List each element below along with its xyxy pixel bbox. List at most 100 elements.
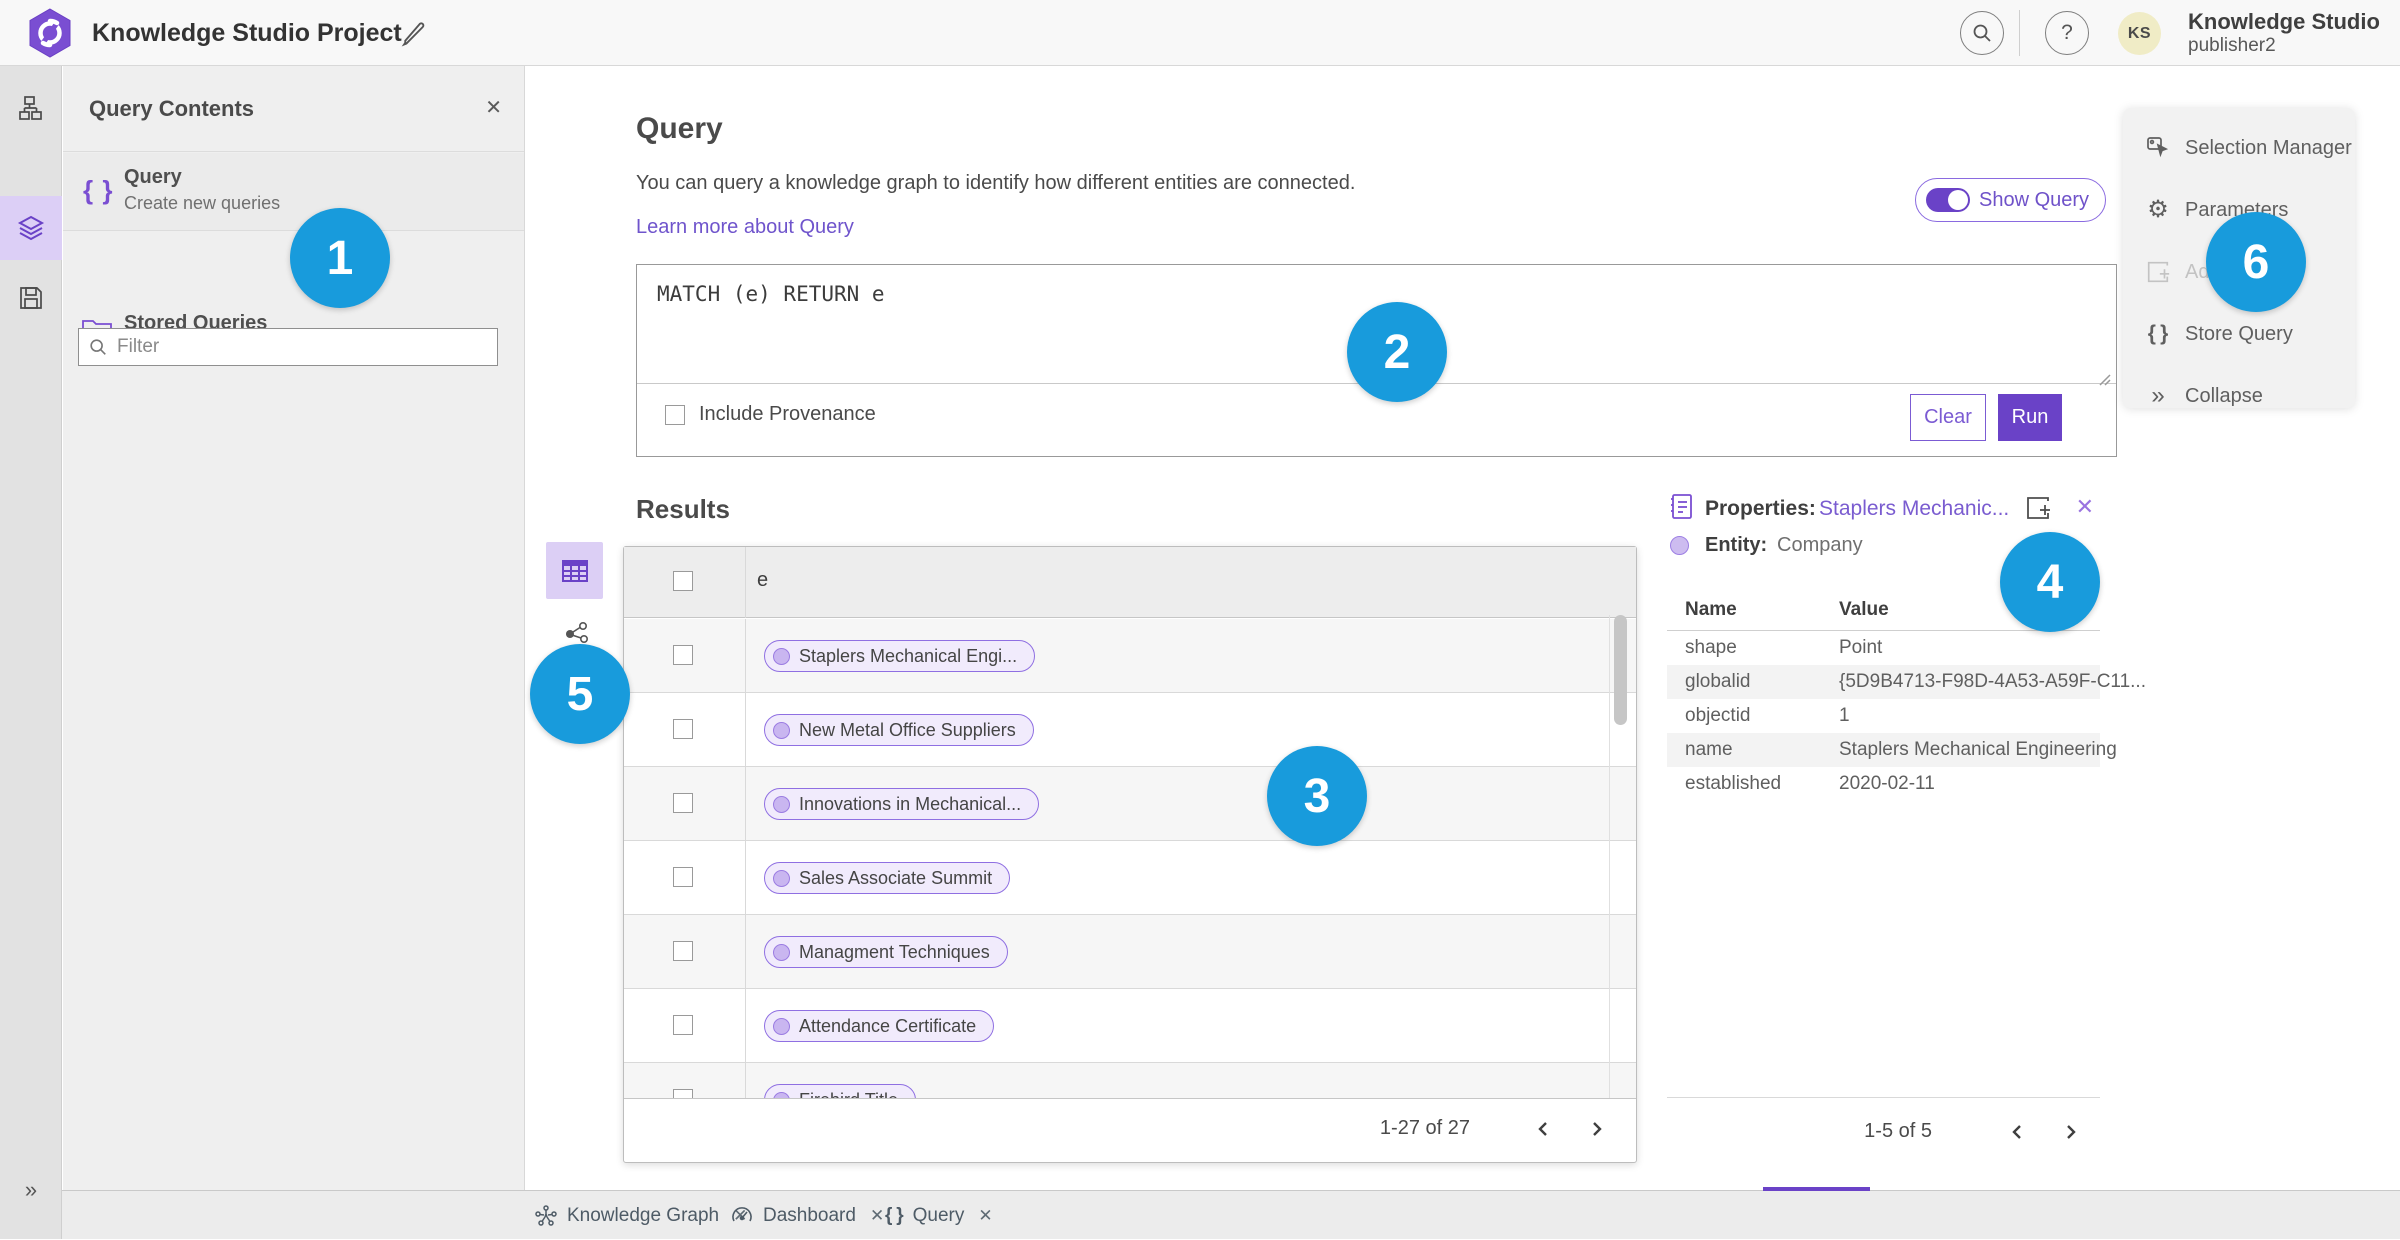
help-icon: ? [2061, 21, 2073, 44]
user-name: publisher2 [2188, 35, 2276, 56]
row-checkbox[interactable] [673, 941, 693, 961]
query-contents-panel: Query Contents ✕ { } Query Create new qu… [63, 66, 525, 1190]
show-query-toggle[interactable]: Show Query [1915, 178, 2107, 222]
entity-dot-icon [773, 721, 790, 739]
include-provenance-label: Include Provenance [699, 403, 876, 425]
table-row: Sales Associate Summit [624, 841, 1636, 915]
results-table-card: e Staplers Mechanical Engi... New Metal … [623, 546, 1637, 1163]
avatar[interactable]: KS [2118, 12, 2161, 55]
close-properties-icon[interactable]: ✕ [2076, 496, 2094, 518]
results-scrollbar[interactable] [1609, 615, 1631, 1098]
search-icon [1973, 24, 1991, 42]
column-divider [745, 547, 746, 618]
row-checkbox[interactable] [673, 793, 693, 813]
table-row: Staplers Mechanical Engi... [624, 619, 1636, 693]
property-row: name Staplers Mechanical Engineering [1667, 733, 2117, 767]
entity-pill[interactable]: Innovations in Mechanical... [764, 788, 1040, 820]
expand-rail-button[interactable]: » [0, 1177, 62, 1203]
entity-pill[interactable]: Attendance Certificate [764, 1010, 995, 1042]
entity-pill[interactable]: Staplers Mechanical Engi... [764, 640, 1036, 672]
col-name: Name [1685, 599, 1737, 620]
row-checkbox[interactable] [673, 1015, 693, 1035]
entity-type: Company [1777, 534, 1863, 556]
include-provenance-checkbox[interactable] [665, 404, 685, 425]
filter-search-icon [90, 339, 106, 355]
help-button[interactable]: ? [2045, 11, 2089, 55]
close-tab-icon[interactable]: ✕ [870, 1206, 884, 1226]
row-checkbox[interactable] [673, 867, 693, 887]
add-square-icon [2143, 259, 2173, 285]
row-checkbox[interactable] [673, 645, 693, 665]
table-row: Attendance Certificate [624, 989, 1636, 1063]
edit-title-icon[interactable] [400, 20, 428, 48]
clear-button[interactable]: Clear [1910, 394, 1986, 441]
close-panel-icon[interactable]: ✕ [485, 98, 502, 118]
entity-label: Entity: [1705, 534, 1768, 556]
app-root: Knowledge Studio Project ? KS Knowledge … [0, 0, 2400, 1239]
run-button[interactable]: Run [1998, 394, 2062, 441]
property-row: shape Point [1685, 637, 1883, 658]
tab-query[interactable]: { } Query ✕ [885, 1187, 1870, 1240]
query-description: You can query a knowledge graph to ident… [636, 172, 1356, 194]
collapse-menu-button[interactable]: » Collapse [2123, 366, 2355, 426]
close-tab-icon[interactable]: ✕ [978, 1206, 992, 1226]
table-row: Firebird Title [624, 1063, 1636, 1098]
dashboard-gauge-icon [732, 1206, 752, 1221]
entity-pill[interactable]: Firebird Title [764, 1084, 917, 1098]
entity-dot-icon [1670, 536, 1689, 555]
sidebar-item-save[interactable] [0, 266, 62, 330]
entity-dot-icon [773, 943, 790, 961]
query-list-item[interactable]: { } Query Create new queries [63, 153, 524, 231]
annotation-4: 4 [2000, 532, 2100, 632]
results-pagination-label: 1-27 of 27 [1379, 1117, 1470, 1139]
entity-pill[interactable]: New Metal Office Suppliers [764, 714, 1034, 746]
panel-title: Query Contents [89, 96, 255, 121]
row-checkbox[interactable] [673, 719, 693, 739]
project-title: Knowledge Studio Project [92, 19, 402, 47]
property-row: objectid 1 [1685, 705, 1850, 726]
page-title: Query [636, 112, 723, 145]
results-table-body: Staplers Mechanical Engi... New Metal Of… [624, 619, 1636, 1098]
properties-pagination-label: 1-5 of 5 [1864, 1120, 1932, 1142]
sidebar-item-layers[interactable] [0, 196, 62, 260]
tab-knowledge-graph[interactable]: Knowledge Graph ✕ [534, 1191, 747, 1240]
search-button[interactable] [1960, 11, 2004, 55]
property-row: established 2020-02-11 [1685, 773, 1935, 794]
query-text-editor[interactable]: MATCH (e) RETURN e [657, 282, 885, 306]
gear-icon: ⚙ [2147, 196, 2169, 223]
row-checkbox[interactable] [673, 1089, 693, 1098]
results-next-page-button[interactable] [1588, 1119, 1606, 1139]
scrollbar-thumb[interactable] [1614, 615, 1627, 725]
query-item-title: Query [124, 166, 182, 188]
select-all-checkbox[interactable] [673, 571, 693, 591]
selection-manager-button[interactable]: Selection Manager [2123, 118, 2355, 178]
knowledge-studio-logo-icon[interactable] [26, 8, 74, 58]
user-menu[interactable]: Knowledge Studio publisher2 [2188, 9, 2380, 57]
store-query-button[interactable]: { } Store Query [2123, 304, 2355, 364]
add-to-new-window-icon[interactable] [2024, 494, 2052, 527]
properties-next-page-button[interactable] [2062, 1122, 2080, 1142]
sidebar-item-hierarchy[interactable] [0, 76, 62, 140]
tab-dashboard[interactable]: Dashboard ✕ [730, 1191, 884, 1240]
left-icon-rail: » [0, 66, 62, 1239]
resize-grip-icon[interactable] [2094, 369, 2112, 392]
table-view-button[interactable] [546, 542, 603, 599]
table-row: Innovations in Mechanical... [624, 767, 1636, 841]
chevron-right-icon [1593, 1121, 1602, 1136]
show-query-label: Show Query [1979, 188, 2090, 211]
filter-input[interactable] [117, 336, 477, 358]
query-item-subtitle: Create new queries [124, 193, 281, 213]
user-org: Knowledge Studio [2188, 9, 2380, 34]
learn-more-link[interactable]: Learn more about Query [636, 216, 854, 239]
chevron-left-icon [1538, 1121, 1547, 1136]
entity-pill[interactable]: Sales Associate Summit [764, 862, 1011, 894]
include-provenance-control: Include Provenance [665, 403, 876, 426]
filter-field [78, 328, 498, 366]
entity-pill[interactable]: Managment Techniques [764, 936, 1008, 968]
properties-prev-page-button[interactable] [2008, 1122, 2026, 1142]
properties-entity-link[interactable]: Staplers Mechanic... [1819, 497, 2009, 521]
chevron-right-icon [2067, 1124, 2076, 1139]
entity-dot-icon [773, 795, 790, 813]
annotation-6: 6 [2206, 212, 2306, 312]
results-prev-page-button[interactable] [1534, 1119, 1552, 1139]
